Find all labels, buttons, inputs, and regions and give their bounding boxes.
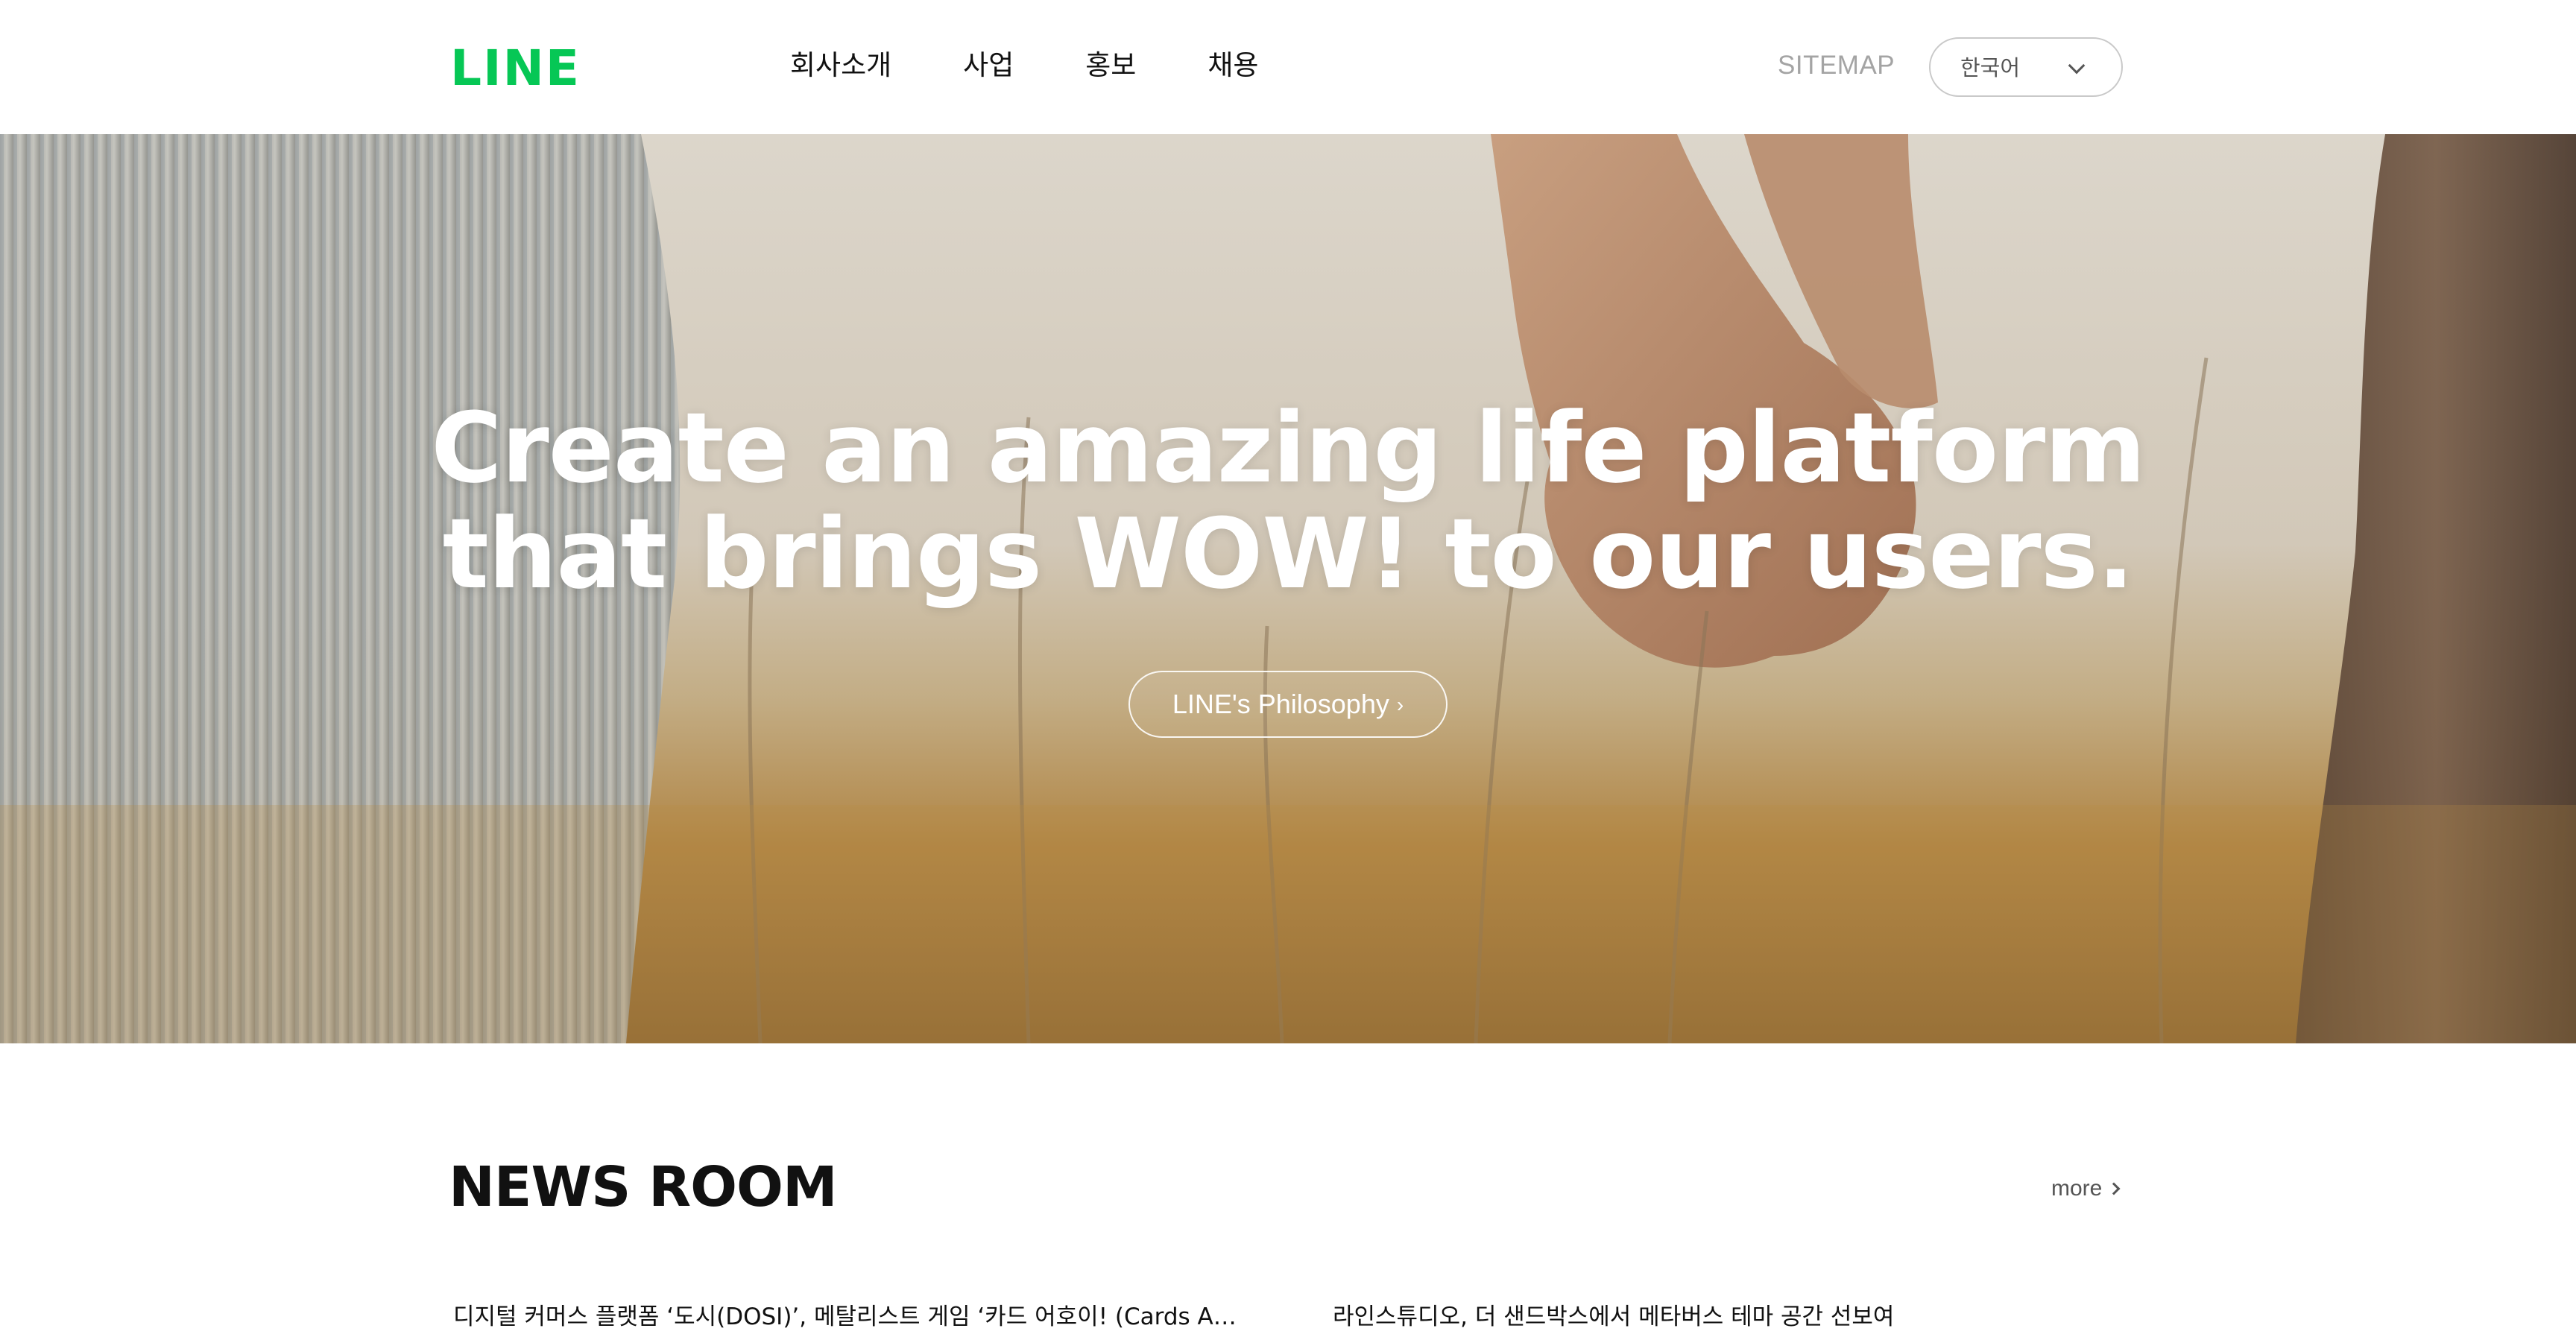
news-item[interactable]: 디지털 커머스 플랫폼 ‘도시(DOSI)’, 메탈리스트 게임 ‘카드 어호이… <box>453 1300 1240 1334</box>
chevron-down-icon <box>2068 57 2086 75</box>
chevron-right-icon <box>2107 1182 2121 1195</box>
language-label: 한국어 <box>1960 55 2021 80</box>
hero-headline-line-1: Create an amazing life platform <box>431 391 2146 505</box>
philosophy-button[interactable]: LINE's Philosophy › <box>1128 671 1448 738</box>
newsroom-more-link[interactable]: more <box>2051 1173 2121 1204</box>
newsroom-title: NEWS ROOM <box>449 1155 838 1219</box>
hero-banner: Create an amazing life platform that bri… <box>0 134 2576 1043</box>
more-label: more <box>2051 1176 2103 1201</box>
language-select[interactable]: 한국어 <box>1929 37 2123 97</box>
line-logo[interactable]: LINE <box>450 42 581 95</box>
nav-item-careers[interactable]: 채용 <box>1208 45 1258 86</box>
nav-item-business[interactable]: 사업 <box>963 45 1014 86</box>
chevron-right-icon: › <box>1396 693 1404 716</box>
nav-item-company[interactable]: 회사소개 <box>790 45 891 86</box>
hero-headline-line-2: that brings WOW! to our users. <box>442 497 2135 610</box>
main-nav: 회사소개 사업 홍보 채용 <box>790 45 1258 86</box>
philosophy-button-label: LINE's Philosophy <box>1172 689 1389 719</box>
news-item[interactable]: 라인스튜디오, 더 샌드박스에서 메타버스 테마 공간 선보여 <box>1333 1300 2004 1334</box>
sitemap-link[interactable]: SITEMAP <box>1778 46 1895 85</box>
news-list: 디지털 커머스 플랫폼 ‘도시(DOSI)’, 메탈리스트 게임 ‘카드 어호이… <box>0 1300 2576 1340</box>
nav-item-pr[interactable]: 홍보 <box>1085 45 1136 86</box>
hero-headline: Create an amazing life platform that bri… <box>0 395 2576 607</box>
site-header: LINE 회사소개 사업 홍보 채용 SITEMAP 한국어 <box>0 0 2576 134</box>
